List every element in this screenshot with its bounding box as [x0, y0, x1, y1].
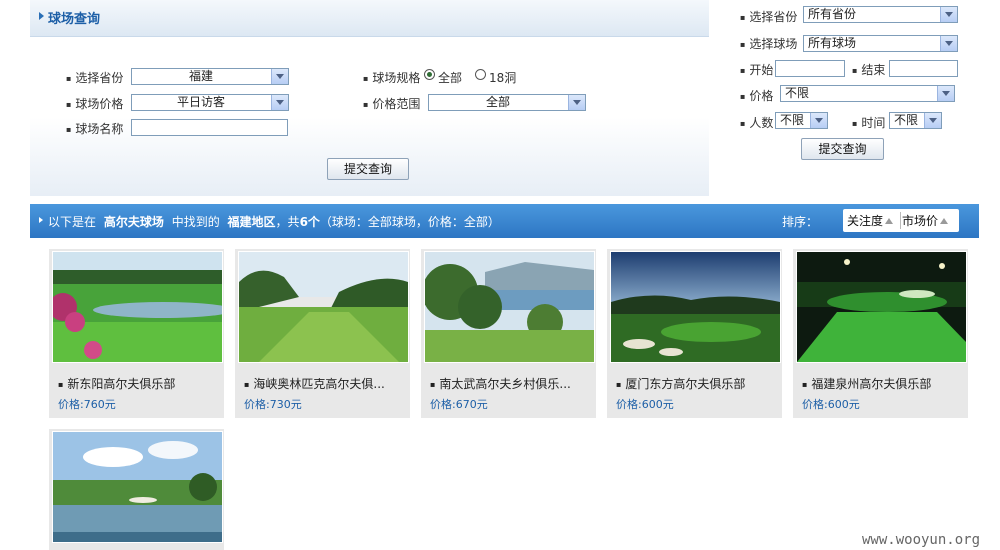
chevron-down-icon[interactable]	[924, 113, 941, 128]
search-panel-header: 球场查询	[30, 0, 709, 37]
course-card[interactable]: 厦门东方高尔夫俱乐部 价格:600元	[607, 249, 782, 418]
sort-label: 排序：	[782, 215, 819, 229]
course-price: 价格:670元	[430, 398, 488, 411]
people-label: 人数	[740, 114, 773, 131]
end-label: 结束	[852, 61, 885, 78]
chevron-down-icon[interactable]	[940, 7, 957, 22]
course-card[interactable]: 福建泉州高尔夫俱乐部 价格:600元	[793, 249, 968, 418]
course-name[interactable]: 福建泉州高尔夫俱乐部	[802, 375, 931, 392]
results-keyword: 高尔夫球场	[103, 215, 164, 229]
province-select[interactable]: 福建	[131, 68, 289, 85]
submit-search-button[interactable]: 提交查询	[327, 158, 409, 180]
results-count: 6个	[299, 215, 320, 229]
people-select-value: 不限	[780, 113, 805, 127]
side-province-value: 所有省份	[808, 7, 857, 21]
sort-divider	[900, 212, 901, 229]
price-range-label: 价格范围	[363, 95, 420, 112]
course-price: 价格:600元	[616, 398, 674, 411]
course-name[interactable]: 海峡奥林匹克高尔夫俱...	[244, 375, 384, 392]
results-mid: 中找到的	[171, 215, 220, 229]
course-photo[interactable]	[796, 251, 967, 363]
course-photo[interactable]	[52, 251, 223, 363]
chevron-down-icon[interactable]	[271, 95, 288, 110]
search-panel-title: 球场查询	[48, 12, 101, 27]
course-card[interactable]: 海峡奥林匹克高尔夫俱... 价格:730元	[235, 249, 410, 418]
course-name[interactable]: 厦门东方高尔夫俱乐部	[616, 375, 745, 392]
start-date-input[interactable]	[775, 60, 845, 77]
course-price: 价格:600元	[802, 398, 860, 411]
course-name-label: 球场名称	[66, 120, 123, 137]
course-name[interactable]: 新东阳高尔夫俱乐部	[58, 375, 175, 392]
time-select[interactable]: 不限	[889, 112, 942, 129]
course-price: 价格:730元	[244, 398, 302, 411]
spec-18-radio[interactable]	[475, 69, 486, 80]
price-type-select-value: 平日访客	[176, 95, 225, 109]
end-date-input[interactable]	[889, 60, 958, 77]
price-type-label: 球场价格	[66, 95, 123, 112]
header-arrow-icon	[39, 12, 44, 20]
price-range-select-value: 全部	[485, 95, 510, 109]
side-course-value: 所有球场	[808, 36, 857, 50]
course-photo[interactable]	[424, 251, 595, 363]
chevron-down-icon[interactable]	[568, 95, 585, 110]
sort-market-label: 市场价	[902, 214, 939, 228]
people-select[interactable]: 不限	[775, 112, 828, 129]
time-select-value: 不限	[894, 113, 919, 127]
course-photo[interactable]	[52, 431, 223, 543]
course-name-input[interactable]	[131, 119, 288, 136]
course-photo[interactable]	[238, 251, 409, 363]
course-card[interactable]: 南太武高尔夫乡村俱乐... 价格:670元	[421, 249, 596, 418]
course-card[interactable]	[49, 429, 224, 550]
side-price-label: 价格	[740, 87, 773, 104]
start-label: 开始	[740, 61, 773, 78]
course-card[interactable]: 新东阳高尔夫俱乐部 价格:760元	[49, 249, 224, 418]
side-price-select[interactable]: 不限	[780, 85, 955, 102]
sort-options: 关注度 市场价	[843, 209, 959, 232]
sort-by-follow-button[interactable]: 关注度	[847, 212, 894, 230]
side-course-select[interactable]: 所有球场	[803, 35, 958, 52]
results-bar: 以下是在 高尔夫球场 中找到的 福建地区，共6个（球场：全部球场，价格：全部） …	[30, 204, 979, 238]
sort-by-market-price-button[interactable]: 市场价	[902, 212, 949, 230]
results-summary: 以下是在 高尔夫球场 中找到的 福建地区，共6个（球场：全部球场，价格：全部）	[48, 213, 500, 230]
results-count-prefix: ，共	[275, 215, 300, 229]
side-province-select[interactable]: 所有省份	[803, 6, 958, 23]
province-select-value: 福建	[188, 69, 213, 83]
results-prefix: 以下是在	[48, 215, 97, 229]
price-range-select[interactable]: 全部	[428, 94, 586, 111]
course-search-panel: 球场查询 选择省份 福建 球场价格 平日访客 球场名称 球场规格 全部 18洞 …	[30, 0, 709, 196]
spec-label: 球场规格	[363, 69, 420, 86]
results-filter-summary: （球场：全部球场，价格：全部）	[319, 215, 500, 229]
site-watermark: www.wooyun.org	[862, 532, 981, 548]
results-arrow-icon	[39, 217, 43, 223]
spec-all-label: 全部	[438, 71, 463, 85]
side-province-label: 选择省份	[740, 8, 797, 25]
spec-18-label: 18洞	[489, 71, 517, 85]
side-submit-button[interactable]: 提交查询	[801, 138, 884, 160]
chevron-down-icon[interactable]	[810, 113, 827, 128]
side-course-label: 选择球场	[740, 35, 797, 52]
sort-up-icon	[940, 218, 949, 224]
course-name[interactable]: 南太武高尔夫乡村俱乐...	[430, 375, 570, 392]
chevron-down-icon[interactable]	[937, 86, 954, 101]
chevron-down-icon[interactable]	[271, 69, 288, 84]
course-price: 价格:760元	[58, 398, 116, 411]
province-label: 选择省份	[66, 69, 123, 86]
sort-follow-label: 关注度	[847, 214, 884, 228]
results-region: 福建地区	[227, 215, 276, 229]
side-price-value: 不限	[785, 86, 810, 100]
chevron-down-icon[interactable]	[940, 36, 957, 51]
time-label: 时间	[852, 114, 885, 131]
price-type-select[interactable]: 平日访客	[131, 94, 289, 111]
sort-up-icon	[885, 218, 894, 224]
course-photo[interactable]	[610, 251, 781, 363]
spec-all-radio[interactable]	[424, 69, 435, 80]
